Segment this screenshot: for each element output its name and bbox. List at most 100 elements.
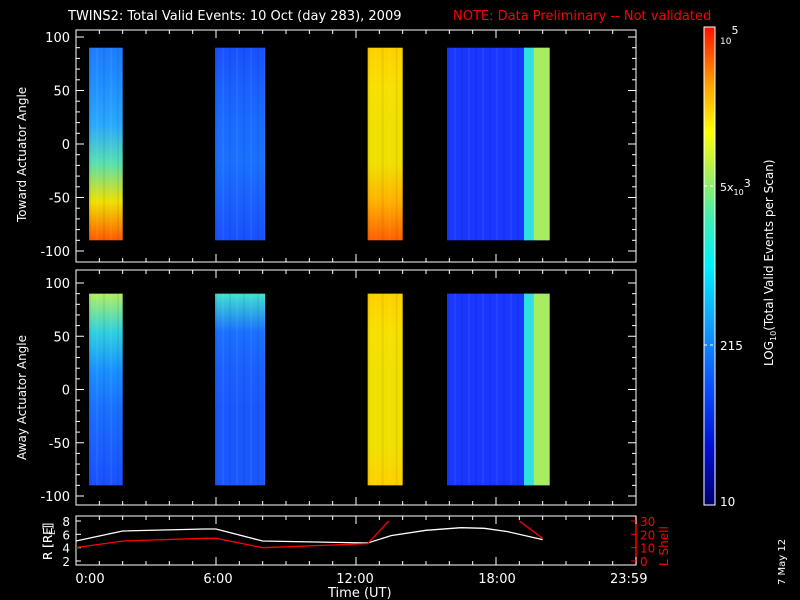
colorbar-label-rest: (Total Valid Events per Scan) — [762, 159, 776, 330]
heatmap-stripe — [454, 47, 456, 241]
heatmap-stripe — [103, 293, 106, 486]
heatmap-stripe — [374, 293, 377, 486]
l-shell-axis-label: L Shell — [657, 526, 671, 566]
r-tick-label: 4 — [62, 542, 70, 556]
heatmap-stripe — [496, 293, 498, 486]
colorbar-tick-min: 10 — [720, 495, 735, 509]
heatmap-stripe — [388, 47, 391, 241]
colorbar-label-main: LOG — [762, 341, 776, 366]
heatmap-stripe — [475, 293, 477, 486]
heatmap-stripe — [517, 293, 519, 486]
heatmap-stripe — [257, 293, 260, 486]
y-tick-label: -50 — [49, 437, 70, 452]
colorbar-tick-5k: 5x103 — [720, 177, 751, 197]
x-tick-label: 18:00 — [478, 572, 515, 587]
colorbar-tick-5k-base: 10 — [734, 188, 744, 197]
panel-frame — [75, 269, 637, 506]
heatmap-stripe — [367, 293, 370, 486]
heatmap-stripe — [461, 47, 463, 241]
heatmap-stripe — [222, 293, 225, 486]
heatmap-stripe — [447, 47, 449, 241]
x-tick-label: 12:00 — [336, 572, 373, 587]
colorbar-tick-max-base: 10 — [720, 37, 732, 47]
y-tick-label: 0 — [62, 138, 70, 153]
heatmap-stripe — [96, 293, 99, 486]
heatmap-stripe — [215, 293, 218, 486]
l-shell-tick-label: 20 — [640, 528, 655, 542]
r-tick-label: 6 — [62, 528, 70, 542]
colorbar-tick-5k-exp: 3 — [744, 177, 751, 190]
heatmap-stripe — [222, 47, 225, 241]
heatmap-stripe — [388, 293, 391, 486]
heatmap-block-edge — [533, 47, 550, 241]
heatmap-stripe — [257, 47, 260, 241]
colorbar — [703, 26, 716, 506]
heatmap-stripe — [229, 47, 232, 241]
heatmap-stripe — [482, 47, 484, 241]
y-tick-label: -100 — [40, 245, 70, 260]
colorbar-tick-max: 105 — [720, 24, 738, 47]
y-tick-label: -100 — [40, 490, 70, 505]
r-axis-label-end: ] — [41, 525, 55, 530]
r-axis-label-main: R [R — [41, 535, 55, 560]
heatmap-stripe — [96, 47, 99, 241]
heatmap-stripe — [496, 47, 498, 241]
heatmap-stripe — [482, 293, 484, 486]
heatmap-stripe — [236, 293, 239, 486]
x-tick-label: 0:00 — [75, 572, 104, 587]
heatmap-stripe — [381, 47, 384, 241]
away-angle-axis-label: Away Actuator Angle — [15, 335, 29, 460]
heatmap-stripe — [510, 47, 512, 241]
heatmap-stripe — [489, 47, 491, 241]
date-stamp: 7 May 12 — [777, 539, 788, 585]
colorbar-tick-max-exp: 5 — [731, 24, 738, 37]
heatmap-stripe — [110, 47, 113, 241]
heatmap-stripe — [454, 293, 456, 486]
heatmap-stripe — [489, 293, 491, 486]
r-axis-label: R [RE] — [41, 525, 57, 560]
heatmap-stripe — [250, 47, 253, 241]
heatmap-stripe — [510, 293, 512, 486]
heatmap-stripe — [117, 293, 120, 486]
heatmap-stripe — [250, 293, 253, 486]
heatmap-stripe — [229, 293, 232, 486]
chart-title: TWINS2: Total Valid Events: 10 Oct (day … — [67, 9, 402, 24]
preliminary-note: NOTE: Data Preliminary -- Not validated — [453, 9, 711, 24]
toward-angle-axis-label: Toward Actuator Angle — [15, 87, 29, 223]
heatmap-block-edge — [533, 293, 550, 486]
heatmap-stripe — [264, 47, 267, 241]
l-shell-tick-label: 0 — [640, 555, 648, 569]
heatmap-stripe — [243, 293, 246, 486]
y-tick-label: 50 — [53, 330, 70, 345]
heatmap-stripe — [395, 293, 398, 486]
heatmap-stripe — [503, 293, 505, 486]
panel-frame — [75, 29, 637, 263]
y-tick-label: 100 — [45, 277, 70, 292]
heatmap-stripe — [468, 293, 470, 486]
heatmap-stripe — [215, 47, 218, 241]
heatmap-stripe — [110, 293, 113, 486]
colorbar-label-sub: 10 — [769, 331, 778, 341]
y-tick-label: -50 — [49, 192, 70, 207]
r-tick-label: 8 — [62, 515, 70, 529]
heatmap-stripe — [117, 47, 120, 241]
r-tick-label: 2 — [62, 555, 70, 569]
heatmap-stripe — [447, 293, 449, 486]
y-tick-label: 50 — [53, 85, 70, 100]
heatmap-stripe — [381, 293, 384, 486]
heatmap-stripe — [236, 47, 239, 241]
x-axis-label: Time (UT) — [327, 586, 392, 600]
plot-panels: 100500-50-100100500-50-100246801020300:0… — [40, 29, 655, 587]
heatmap-stripe — [461, 293, 463, 486]
colorbar-tick-215: 215 — [720, 339, 743, 353]
heatmap-stripe — [89, 47, 92, 241]
colorbar-tick-5k-main: 5x — [720, 181, 734, 194]
x-tick-label: 23:59 — [610, 572, 647, 587]
heatmap-stripe — [103, 47, 106, 241]
l-shell-tick-label: 10 — [640, 542, 655, 556]
y-tick-label: 100 — [45, 31, 70, 46]
heatmap-stripe — [374, 47, 377, 241]
heatmap-stripe — [475, 47, 477, 241]
heatmap-stripe — [367, 47, 370, 241]
heatmap-stripe — [517, 47, 519, 241]
